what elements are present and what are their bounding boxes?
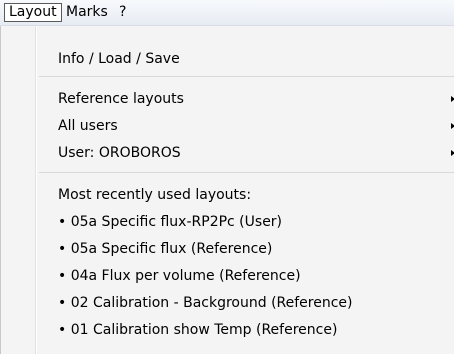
menu-separator	[39, 172, 454, 173]
menu-item-reference-layouts[interactable]: Reference layouts	[37, 87, 454, 111]
menu-recent-header: Most recently used layouts:	[37, 183, 454, 207]
menu-item-info-load-save[interactable]: Info / Load / Save	[37, 47, 454, 71]
menu-separator	[39, 76, 454, 77]
menu-item-recent-layout[interactable]: • 05a Specific flux-RP2Pc (User)	[37, 210, 454, 234]
menu-bar: Layout Marks ?	[0, 0, 454, 26]
menu-item-label: User: OROBOROS	[58, 145, 181, 161]
menu-item-label: • 01 Calibration show Temp (Reference)	[58, 322, 338, 338]
layout-dropdown-menu: Info / Load / Save Reference layouts All…	[0, 26, 454, 354]
menu-item-recent-layout[interactable]: • 05a Specific flux (Reference)	[37, 237, 454, 261]
menu-item-label: Info / Load / Save	[58, 51, 180, 67]
menu-item-label: • 04a Flux per volume (Reference)	[58, 268, 301, 284]
menu-layout[interactable]: Layout	[4, 3, 62, 22]
menu-item-label: • 05a Specific flux-RP2Pc (User)	[58, 214, 283, 230]
menu-item-label: • 05a Specific flux (Reference)	[58, 241, 273, 257]
menu-item-recent-layout[interactable]: • 04a Flux per volume (Reference)	[37, 264, 454, 288]
menu-item-recent-layout[interactable]: • 01 Calibration show Temp (Reference)	[37, 318, 454, 342]
menu-item-user-oroboros[interactable]: User: OROBOROS	[37, 141, 454, 165]
menu-item-label: Most recently used layouts:	[58, 187, 252, 203]
menu-item-label: • 02 Calibration - Background (Reference…	[58, 295, 353, 311]
menu-item-all-users[interactable]: All users	[37, 114, 454, 138]
menu-item-label: All users	[58, 118, 118, 134]
menu-item-recent-layout[interactable]: • 02 Calibration - Background (Reference…	[37, 291, 454, 315]
menu-item-label: Reference layouts	[58, 91, 184, 107]
menu-marks[interactable]: Marks	[62, 3, 112, 22]
menu-help[interactable]: ?	[115, 3, 130, 22]
